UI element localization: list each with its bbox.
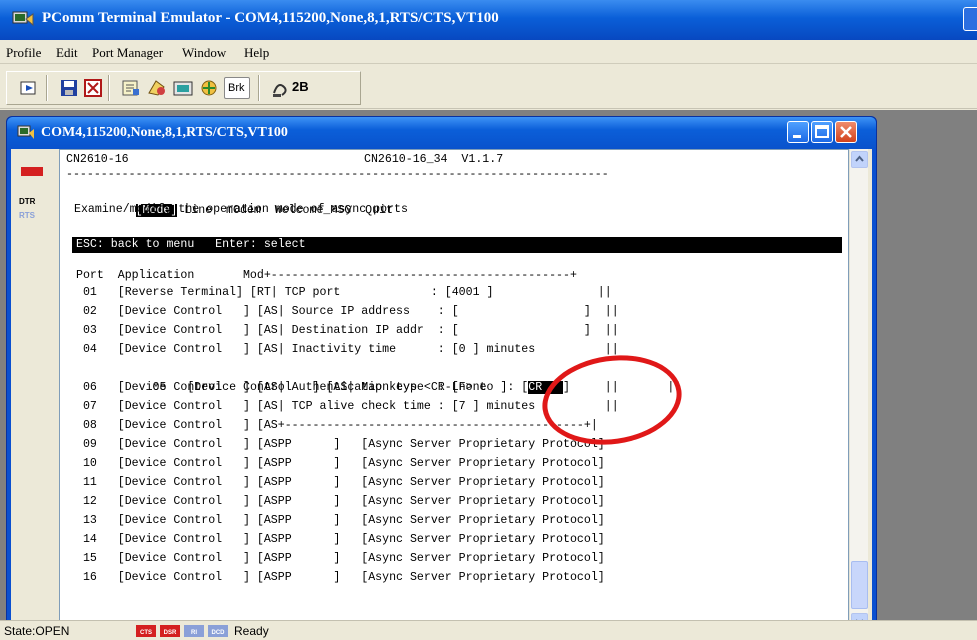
pcomm-main-window: PComm Terminal Emulator - COM4,115200,No… (0, 0, 977, 640)
vertical-scrollbar[interactable] (849, 149, 868, 633)
menu-edit[interactable]: Edit (56, 45, 78, 61)
table-row[interactable]: 10 [Device Control ] [ASPP ] [Async Serv… (76, 454, 605, 473)
ri-led: RI (184, 625, 204, 637)
table-row[interactable]: 04 [Device Control ] [AS| Inactivity tim… (76, 340, 619, 359)
print-icon[interactable] (82, 77, 104, 99)
scroll-thumb[interactable] (851, 561, 868, 609)
table-row[interactable]: 06 [Device Control ] [AS| Authentication… (76, 378, 619, 397)
app-title-bar[interactable]: PComm Terminal Emulator - COM4,115200,No… (0, 0, 977, 40)
menu-port-manager[interactable]: Port Manager (92, 45, 163, 61)
menu-description: Examine/modify the operation mode of asy… (74, 203, 408, 216)
connection-led-icon (21, 167, 43, 176)
table-row[interactable]: 15 [Device Control ] [ASPP ] [Async Serv… (76, 549, 605, 568)
table-row[interactable]: 07 [Device Control ] [AS| TCP alive chec… (76, 397, 619, 416)
2b-label[interactable]: 2B (292, 79, 309, 94)
table-row[interactable]: 02 [Device Control ] [AS| Source IP addr… (76, 302, 619, 321)
transfer-icon[interactable] (198, 77, 220, 99)
send-file-icon[interactable] (146, 77, 168, 99)
connection-state: State:OPEN (4, 624, 70, 638)
table-row[interactable]: 14 [Device Control ] [ASPP ] [Async Serv… (76, 530, 605, 549)
capture-icon[interactable] (172, 77, 194, 99)
table-row[interactable]: 01 [Reverse Terminal] [RT| TCP port : [4… (76, 283, 612, 302)
child-minimize-button[interactable] (787, 121, 809, 143)
dcd-led: DCD (208, 625, 228, 637)
pcomm-app-icon (12, 11, 34, 27)
table-row[interactable]: 08 [Device Control ] [AS+---------------… (76, 416, 598, 435)
terminal-child-window: COM4,115200,None,8,1,RTS/CTS,VT100 DTR R… (6, 116, 877, 636)
dtr-led-label: DTR (19, 197, 36, 206)
table-row[interactable]: 12 [Device Control ] [ASPP ] [Async Serv… (76, 492, 605, 511)
properties-icon[interactable] (120, 77, 142, 99)
save-icon[interactable] (58, 77, 80, 99)
child-close-button[interactable] (835, 121, 857, 143)
modem-led-panel: DTR RTS (11, 149, 59, 633)
table-row[interactable]: 16 [Device Control ] [ASPP ] [Async Serv… (76, 568, 605, 587)
scroll-up-button[interactable] (851, 151, 868, 168)
cts-led: CTS (136, 625, 156, 637)
menu-window[interactable]: Window (182, 45, 226, 61)
table-row[interactable]: 11 [Device Control ] [ASPP ] [Async Serv… (76, 473, 605, 492)
dsr-led: DSR (160, 625, 180, 637)
table-row[interactable]: 03 [Device Control ] [AS| Destination IP… (76, 321, 619, 340)
terminal-window-icon (17, 125, 34, 139)
rts-led-label: RTS (19, 211, 35, 220)
child-maximize-button[interactable] (811, 121, 833, 143)
child-title: COM4,115200,None,8,1,RTS/CTS,VT100 (41, 125, 288, 140)
menu-profile[interactable]: Profile (6, 45, 41, 61)
menu-help[interactable]: Help (244, 45, 269, 61)
child-title-bar[interactable]: COM4,115200,None,8,1,RTS/CTS,VT100 (7, 117, 876, 149)
minimize-button[interactable] (963, 7, 977, 31)
status-bar: State:OPEN CTS DSR RI DCD Ready (0, 620, 977, 640)
menu-bar: Profile Edit Port Manager Window Help (0, 40, 977, 64)
esc-help-bar: ESC: back to menu Enter: select (72, 237, 842, 253)
break-button[interactable]: Brk (224, 77, 250, 99)
table-row[interactable]: 09 [Device Control ] [ASPP ] [Async Serv… (76, 435, 605, 454)
terminal-screen[interactable]: CN2610-16 CN2610-16_34 V1.1.7 ----------… (59, 149, 849, 633)
status-text: Ready (234, 624, 269, 638)
app-title: PComm Terminal Emulator - COM4,115200,No… (42, 10, 499, 26)
child-client-area: DTR RTS CN2610-16 CN2610-16_34 V1.1.7 --… (11, 149, 872, 633)
connect-icon[interactable] (18, 77, 40, 99)
table-row[interactable]: 13 [Device Control ] [ASPP ] [Async Serv… (76, 511, 605, 530)
script-icon[interactable] (270, 77, 292, 99)
toolbar: Brk 2B (0, 65, 977, 109)
